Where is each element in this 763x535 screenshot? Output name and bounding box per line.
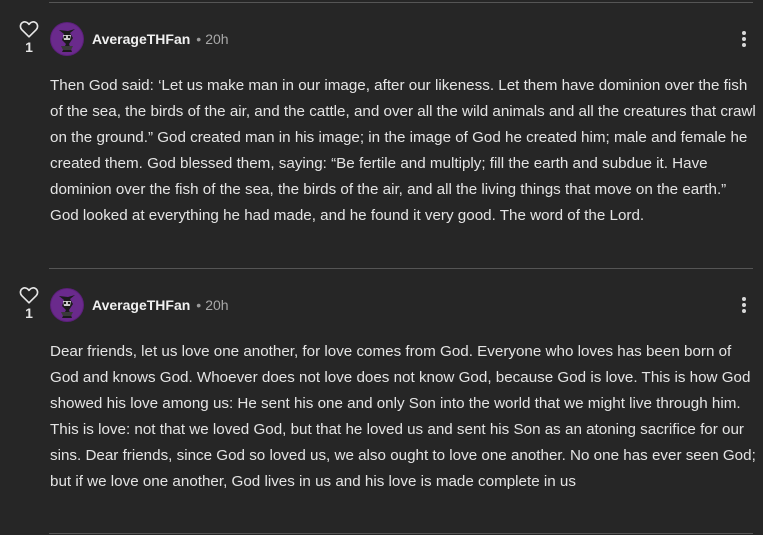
comment-divider — [49, 268, 753, 269]
top-divider — [49, 2, 753, 3]
heart-icon[interactable] — [19, 286, 39, 304]
user-avatar[interactable] — [50, 22, 84, 56]
comment-meta: AverageTHFan • 20h — [92, 296, 229, 314]
more-vertical-icon[interactable] — [739, 31, 749, 51]
heart-icon[interactable] — [19, 20, 39, 38]
author-name[interactable]: AverageTHFan — [92, 31, 190, 47]
timestamp: 20h — [205, 31, 229, 47]
like-control[interactable]: 1 — [16, 286, 42, 321]
avatar-image — [50, 288, 84, 322]
meta-separator: • — [196, 297, 202, 313]
comment-body: Then God said: ‘Let us make man in our i… — [50, 77, 756, 224]
author-name[interactable]: AverageTHFan — [92, 297, 190, 313]
like-control[interactable]: 1 — [16, 20, 42, 55]
comment-meta: AverageTHFan • 20h — [92, 30, 229, 48]
avatar-image — [50, 22, 84, 56]
like-count: 1 — [25, 39, 33, 55]
bottom-divider — [49, 533, 753, 534]
like-count: 1 — [25, 305, 33, 321]
more-vertical-icon[interactable] — [739, 297, 749, 317]
meta-separator: • — [196, 31, 202, 47]
comment-body: Dear friends, let us love one another, f… — [50, 343, 756, 490]
timestamp: 20h — [205, 297, 229, 313]
user-avatar[interactable] — [50, 288, 84, 322]
